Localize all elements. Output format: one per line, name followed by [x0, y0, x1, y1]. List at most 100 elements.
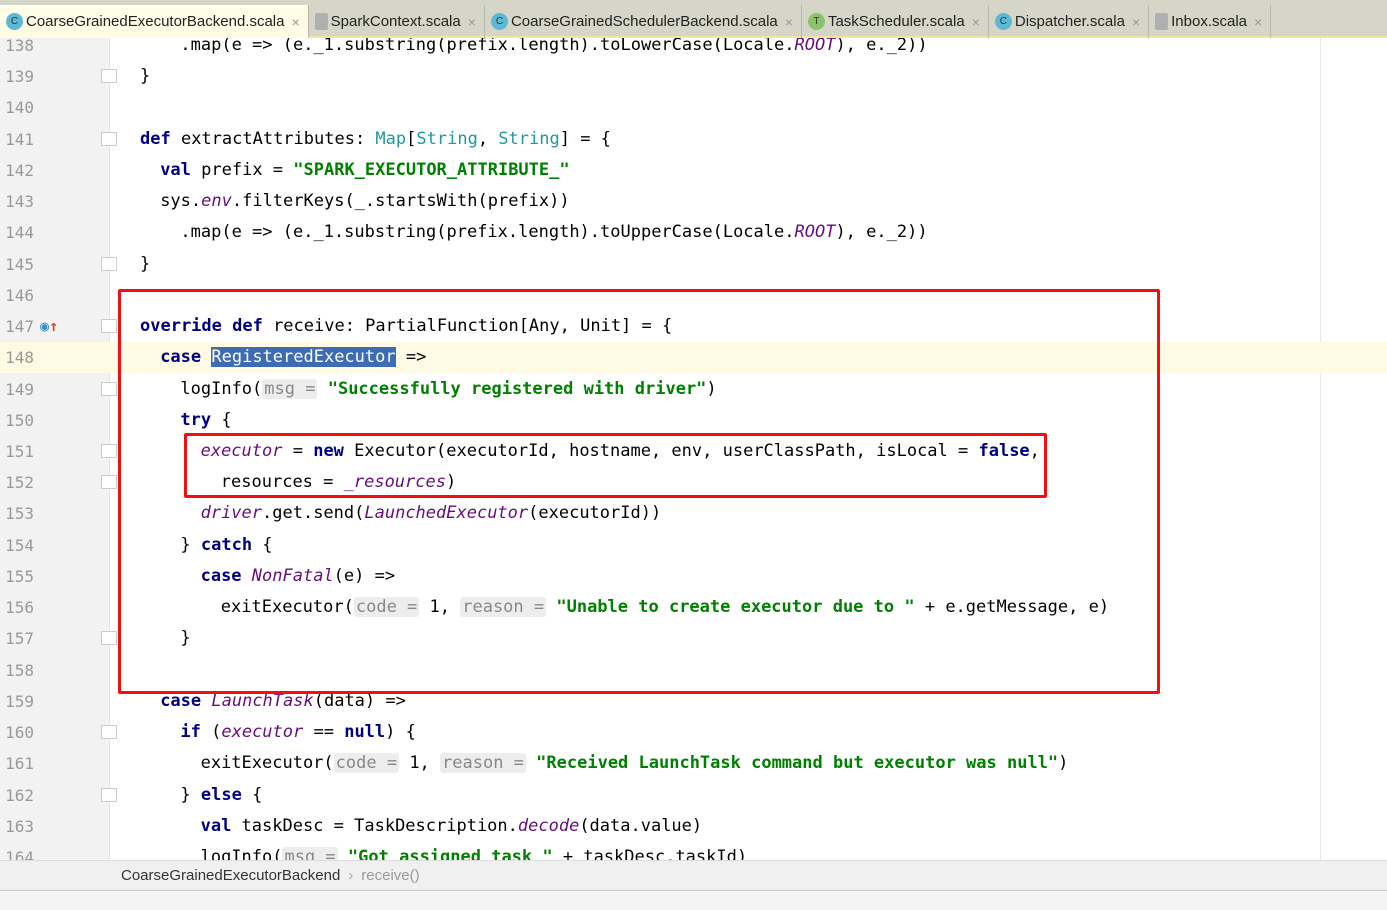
scala-trait-icon: T: [807, 13, 825, 30]
tab-label: TaskScheduler.scala: [827, 13, 965, 30]
line-number: 145: [5, 254, 34, 274]
code-token: if: [180, 722, 212, 743]
highlight-box-inner: [184, 433, 1047, 498]
code-token: extractAttributes:: [180, 128, 376, 149]
code-token: (data.value): [579, 815, 703, 836]
code-text: val prefix = "SPARK_EXECUTOR_ATTRIBUTE_": [160, 155, 569, 186]
code-line: 140: [0, 92, 1387, 123]
code-token: executor: [221, 722, 304, 743]
tab-0[interactable]: C CoarseGrainedExecutorBackend.scala ×: [0, 5, 309, 38]
code-line: 162} else {: [0, 780, 1387, 811]
code-text: }: [140, 61, 150, 92]
code-token: logInfo(: [200, 846, 283, 860]
fold-marker-icon[interactable]: [101, 131, 117, 146]
tab-label: CoarseGrainedSchedulerBackend.scala: [510, 13, 778, 30]
code-editor[interactable]: 138 .map(e => (e._1.substring(prefix.leng…: [0, 38, 1387, 860]
code-token: def: [140, 128, 181, 149]
tab-3[interactable]: T TaskScheduler.scala ×: [802, 5, 989, 38]
fold-marker-icon[interactable]: [101, 475, 117, 490]
code-token: String: [498, 128, 560, 149]
code-token: .filterKeys(_.startsWith(prefix)): [231, 191, 570, 212]
code-token: }: [140, 66, 151, 87]
override-icon[interactable]: ◉↑: [40, 311, 58, 342]
tab-5[interactable]: Inbox.scala ×: [1149, 5, 1272, 38]
breadcrumb: CoarseGrainedExecutorBackend › receive(): [0, 860, 1387, 890]
code-line: 143 sys.env.filterKeys(_.startsWith(prefi…: [0, 186, 1387, 217]
close-icon[interactable]: ×: [291, 14, 299, 30]
code-line: 161 exitExecutor(code = 1, reason = "Rece…: [0, 748, 1387, 779]
close-icon[interactable]: ×: [785, 14, 793, 30]
fold-marker-icon[interactable]: [101, 631, 117, 646]
code-token: [: [406, 128, 417, 149]
code-token: ), e._2)): [835, 38, 928, 55]
code-token: ,: [477, 128, 499, 149]
code-token: ) {: [385, 722, 416, 743]
code-line: 141 def extractAttributes: Map[String, St…: [0, 124, 1387, 155]
code-text: def extractAttributes: Map[String, Strin…: [140, 124, 611, 155]
breadcrumb-class[interactable]: CoarseGrainedExecutorBackend: [121, 867, 340, 884]
line-number: 162: [5, 785, 34, 805]
code-token: ), e._2)): [835, 222, 928, 243]
tab-2[interactable]: C CoarseGrainedSchedulerBackend.scala ×: [485, 5, 802, 38]
fold-marker-icon[interactable]: [101, 381, 117, 396]
line-number: 158: [5, 660, 34, 680]
breadcrumb-method[interactable]: receive(): [361, 867, 419, 884]
close-icon[interactable]: ×: [1132, 14, 1140, 30]
code-token: null: [344, 722, 386, 743]
fold-marker-icon[interactable]: [101, 69, 117, 84]
editor-tabs: C CoarseGrainedExecutorBackend.scala × Spar…: [0, 0, 1387, 38]
code-text: if (executor == null) {: [180, 717, 415, 748]
tab-4[interactable]: C Dispatcher.scala ×: [989, 5, 1150, 38]
line-number: 138: [5, 38, 34, 55]
line-number: 144: [5, 223, 34, 243]
code-token: prefix =: [201, 159, 294, 180]
fold-marker-icon[interactable]: [101, 319, 117, 334]
status-bar: [0, 890, 1387, 910]
fold-marker-icon[interactable]: [101, 787, 117, 802]
code-line: 163 val taskDesc = TaskDescription.decode…: [0, 811, 1387, 842]
code-line: 160 if (executor == null) {: [0, 717, 1387, 748]
code-token: Map: [375, 128, 407, 149]
code-text: sys.env.filterKeys(_.startsWith(prefix)): [160, 186, 569, 217]
code-token: exitExecutor(: [200, 753, 334, 774]
line-number: 161: [5, 754, 34, 774]
fold-marker-icon[interactable]: [101, 443, 117, 458]
code-text: .map(e => (e._1.substring(prefix.length)…: [180, 38, 927, 61]
line-number: 160: [5, 723, 34, 743]
code-token: reason =: [440, 753, 526, 774]
code-line: 142 val prefix = "SPARK_EXECUTOR_ATTRIBUT…: [0, 155, 1387, 186]
code-token: .map(e => (e._1.substring(prefix.length)…: [180, 222, 795, 243]
code-token: ROOT: [794, 38, 836, 55]
code-text: .map(e => (e._1.substring(prefix.length)…: [180, 217, 927, 248]
code-token: "SPARK_EXECUTOR_ATTRIBUTE_": [293, 159, 570, 180]
close-icon[interactable]: ×: [468, 14, 476, 30]
close-icon[interactable]: ×: [972, 14, 980, 30]
fold-marker-icon[interactable]: [101, 725, 117, 740]
tab-label: Inbox.scala: [1171, 13, 1248, 30]
line-number: 148: [5, 348, 34, 368]
code-token: ] = {: [559, 128, 611, 149]
line-number: 150: [5, 410, 34, 430]
line-number: 157: [5, 629, 34, 649]
code-line: 144 .map(e => (e._1.substring(prefix.leng…: [0, 217, 1387, 248]
fold-marker-icon[interactable]: [101, 256, 117, 271]
code-token: ): [1058, 753, 1069, 774]
code-token: .map(e => (e._1.substring(prefix.length)…: [180, 38, 795, 55]
scala-file-icon: [1155, 13, 1169, 30]
code-token: code =: [333, 753, 400, 774]
code-token: (: [211, 722, 222, 743]
tab-label: SparkContext.scala: [330, 13, 461, 30]
line-number: 154: [5, 535, 34, 555]
tab-label: CoarseGrainedExecutorBackend.scala: [26, 13, 285, 30]
code-token: "Received LaunchTask command but executo…: [536, 753, 1059, 774]
tab-1[interactable]: SparkContext.scala ×: [309, 5, 485, 38]
line-number: 163: [5, 816, 34, 836]
code-token: 1,: [399, 753, 441, 774]
code-line: 145}: [0, 249, 1387, 280]
code-token: "Got assigned task ": [347, 846, 553, 860]
breadcrumb-separator: ›: [348, 867, 354, 884]
code-token: sys.: [160, 191, 202, 212]
close-icon[interactable]: ×: [1254, 14, 1262, 30]
